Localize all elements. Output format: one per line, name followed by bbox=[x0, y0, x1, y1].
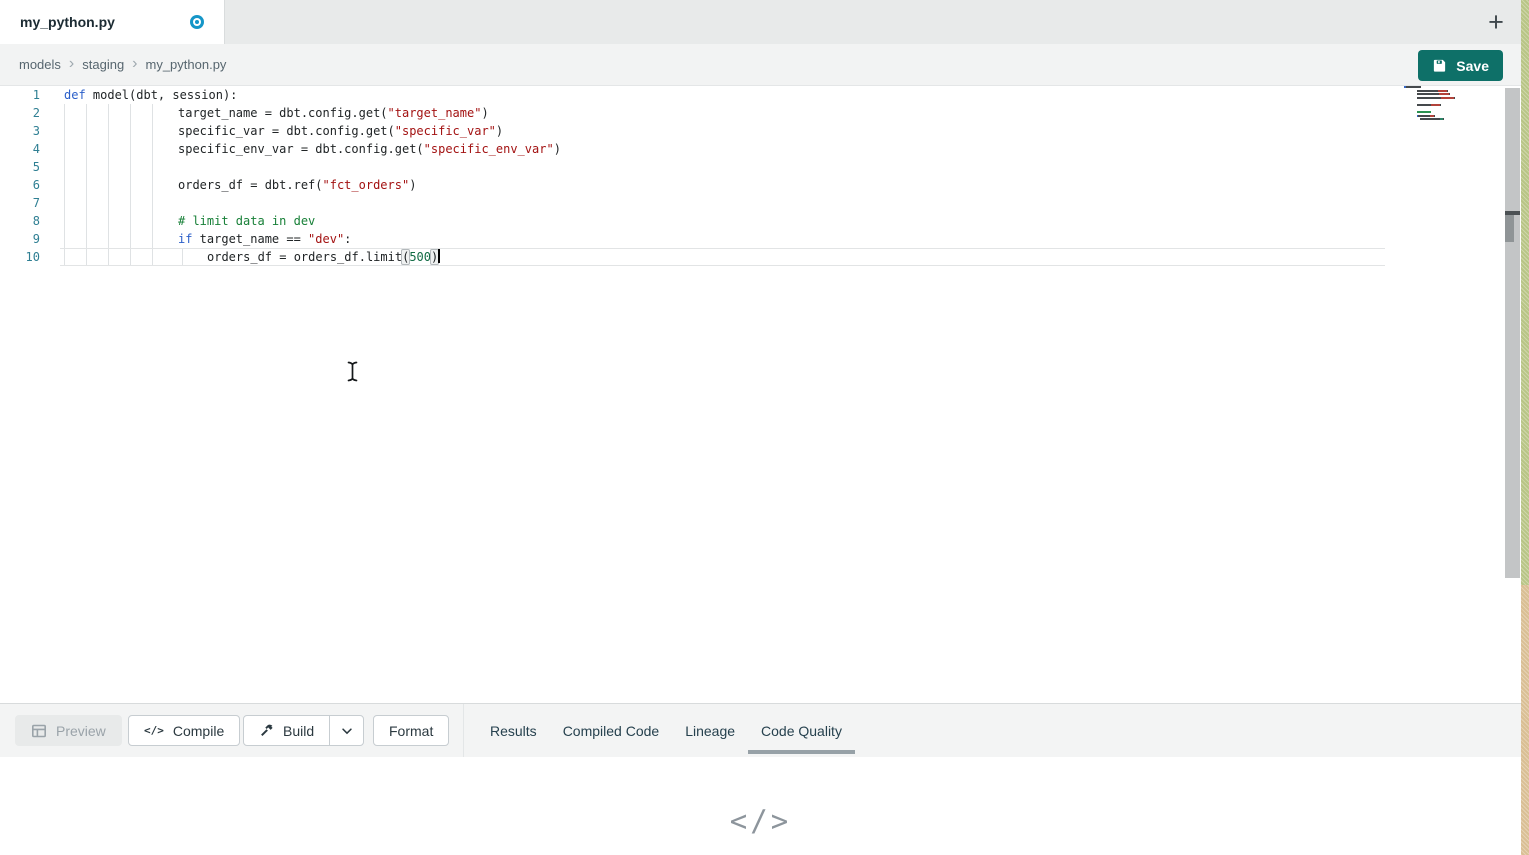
tab-label: Results bbox=[490, 723, 537, 739]
hammer-icon bbox=[259, 723, 274, 738]
panel-tabs: Results Compiled Code Lineage Code Quality bbox=[477, 704, 855, 757]
chevron-down-icon bbox=[340, 724, 354, 738]
preview-button-label: Preview bbox=[56, 723, 106, 739]
breadcrumb-models[interactable]: models bbox=[19, 57, 61, 72]
compile-button-label: Compile bbox=[173, 723, 224, 739]
line-number: 3 bbox=[0, 122, 40, 140]
code-line[interactable]: 3specific_var = dbt.config.get("specific… bbox=[0, 122, 1521, 140]
code-line[interactable]: 7 bbox=[0, 194, 1521, 212]
breadcrumb-bar: models › staging › my_python.py Save bbox=[0, 44, 1521, 86]
tab-compiled-code[interactable]: Compiled Code bbox=[550, 704, 673, 757]
line-number: 4 bbox=[0, 140, 40, 158]
code-brackets-icon: </> bbox=[144, 724, 164, 737]
breadcrumb-separator: › bbox=[132, 56, 137, 74]
save-button-label: Save bbox=[1456, 58, 1489, 74]
toolbar-divider bbox=[463, 704, 464, 757]
file-tab-label: my_python.py bbox=[20, 14, 115, 30]
tab-code-quality[interactable]: Code Quality bbox=[748, 704, 855, 757]
line-number: 1 bbox=[0, 86, 40, 104]
tab-lineage[interactable]: Lineage bbox=[672, 704, 748, 757]
code-line[interactable]: 4specific_env_var = dbt.config.get("spec… bbox=[0, 140, 1521, 158]
line-number: 5 bbox=[0, 158, 40, 176]
results-panel: </> bbox=[0, 757, 1521, 855]
desktop-background-strip bbox=[1521, 585, 1529, 855]
code-editor[interactable]: 1def model(dbt, session):2target_name = … bbox=[0, 86, 1521, 703]
scrollbar-thumb[interactable] bbox=[1505, 215, 1514, 242]
floppy-disk-icon bbox=[1432, 58, 1447, 73]
build-button[interactable]: Build bbox=[244, 716, 329, 745]
file-tab-my-python[interactable]: my_python.py bbox=[0, 0, 225, 44]
line-number: 6 bbox=[0, 176, 40, 194]
breadcrumb: models › staging › my_python.py bbox=[19, 44, 226, 85]
active-tab-indicator bbox=[748, 750, 855, 754]
code-line[interactable]: 8# limit data in dev bbox=[0, 212, 1521, 230]
code-empty-state-icon: </> bbox=[730, 774, 791, 838]
build-options-button[interactable] bbox=[329, 716, 363, 745]
code-lines: 1def model(dbt, session):2target_name = … bbox=[0, 86, 1521, 266]
code-line[interactable]: 2target_name = dbt.config.get("target_na… bbox=[0, 104, 1521, 122]
code-line[interactable]: 6orders_df = dbt.ref("fct_orders") bbox=[0, 176, 1521, 194]
build-split-button: Build bbox=[243, 715, 364, 746]
breadcrumb-separator: › bbox=[69, 56, 74, 74]
tab-label: Compiled Code bbox=[563, 723, 660, 739]
line-number: 10 bbox=[0, 248, 40, 266]
line-number: 7 bbox=[0, 194, 40, 212]
code-line[interactable]: 5 bbox=[0, 158, 1521, 176]
tab-label: Code Quality bbox=[761, 723, 842, 739]
compile-button[interactable]: </> Compile bbox=[128, 715, 240, 746]
text-caret bbox=[438, 248, 440, 263]
format-button-label: Format bbox=[389, 723, 433, 739]
desktop-background-strip bbox=[1521, 0, 1529, 585]
breadcrumb-file[interactable]: my_python.py bbox=[146, 57, 227, 72]
save-button[interactable]: Save bbox=[1418, 50, 1503, 81]
editor-toolbar: Preview </> Compile Build Format Re bbox=[0, 703, 1521, 757]
line-number: 9 bbox=[0, 230, 40, 248]
table-icon bbox=[31, 723, 47, 739]
breadcrumb-staging[interactable]: staging bbox=[82, 57, 124, 72]
unsaved-changes-icon bbox=[190, 15, 204, 29]
line-number: 2 bbox=[0, 104, 40, 122]
code-line[interactable]: 9if target_name == "dev": bbox=[0, 230, 1521, 248]
tab-label: Lineage bbox=[685, 723, 735, 739]
new-tab-button[interactable]: + bbox=[1481, 0, 1511, 44]
code-line[interactable]: 1def model(dbt, session): bbox=[0, 86, 1521, 104]
minimap[interactable] bbox=[1404, 86, 1474, 130]
format-button[interactable]: Format bbox=[373, 715, 449, 746]
tab-bar: my_python.py + bbox=[0, 0, 1521, 44]
preview-button[interactable]: Preview bbox=[15, 715, 122, 746]
build-button-label: Build bbox=[283, 723, 314, 739]
tab-results[interactable]: Results bbox=[477, 704, 550, 757]
editor-scrollbar[interactable] bbox=[1505, 88, 1520, 578]
code-line[interactable]: 10orders_df = orders_df.limit(500) bbox=[0, 248, 1521, 266]
line-number: 8 bbox=[0, 212, 40, 230]
